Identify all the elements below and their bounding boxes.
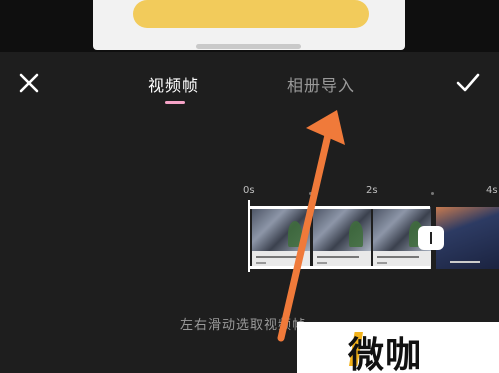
video-preview <box>0 0 499 52</box>
tab-video-frame[interactable]: 视频帧 <box>148 72 199 96</box>
video-frame-thumbnail[interactable] <box>313 207 371 269</box>
ruler-label-4s: 4s <box>486 185 498 196</box>
tab-album-import[interactable]: 相册导入 <box>287 72 355 96</box>
ruler-tick <box>309 192 312 195</box>
watermark-logo: 微咖 <box>348 335 423 373</box>
close-icon[interactable] <box>18 72 40 94</box>
frame-selector-handle[interactable] <box>418 226 444 250</box>
selection-border-top <box>249 206 430 209</box>
ruler-label-2s: 2s <box>366 185 378 196</box>
preview-button <box>133 0 369 28</box>
sheet-drag-handle[interactable] <box>196 44 301 49</box>
ruler-tick <box>431 192 434 195</box>
video-frame-thumbnail[interactable] <box>252 207 310 269</box>
check-icon[interactable] <box>455 72 481 94</box>
playhead[interactable] <box>248 200 250 272</box>
video-frame-thumbnail[interactable] <box>436 207 499 269</box>
swipe-hint: 左右滑动选取视频帧 <box>180 318 307 333</box>
ruler-label-0s: 0s <box>243 185 255 196</box>
active-tab-indicator <box>165 101 185 104</box>
selection-border-bottom <box>249 266 430 269</box>
preview-card <box>93 0 405 50</box>
